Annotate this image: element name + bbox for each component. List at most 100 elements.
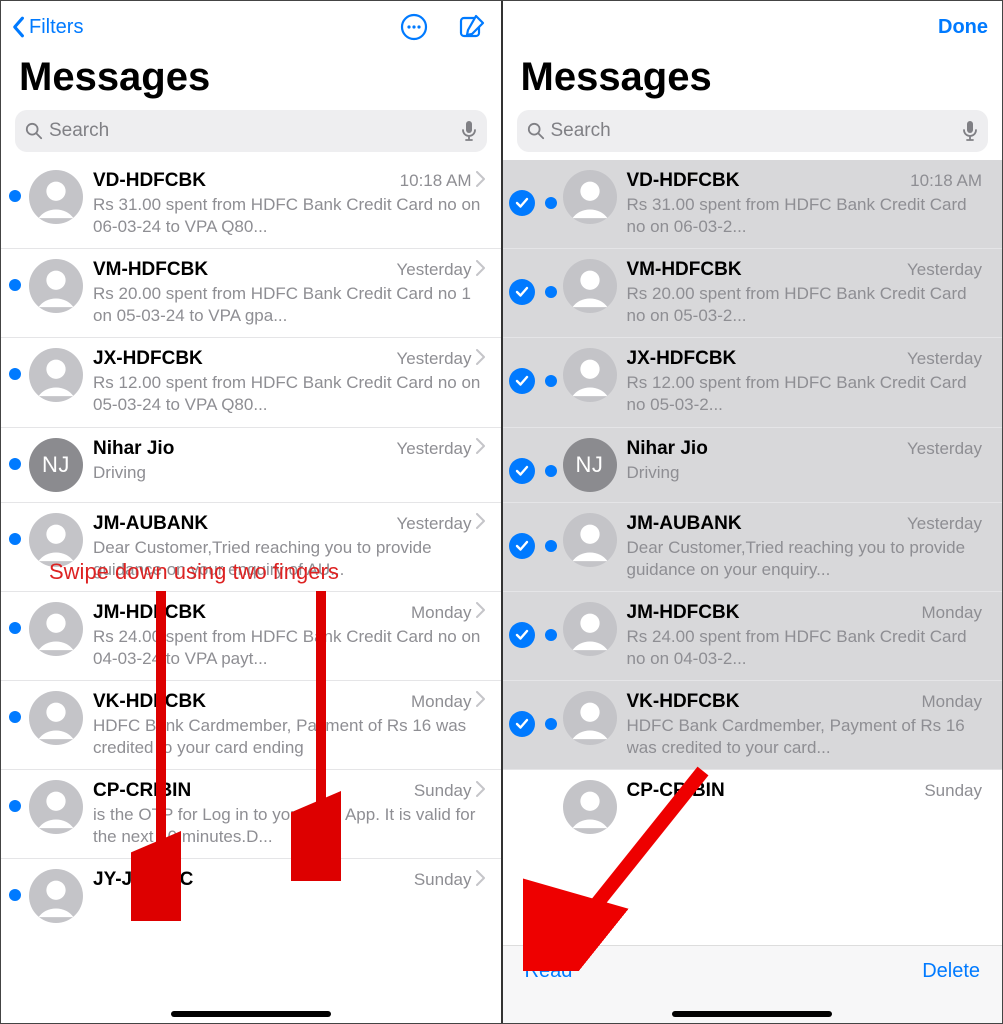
ellipsis-circle-icon [399,12,429,42]
time-label: Monday [411,692,471,712]
sender-name: Nihar Jio [627,438,708,460]
avatar [29,602,83,656]
filters-button[interactable]: Filters [11,16,83,39]
avatar [29,691,83,745]
messages-screen-edit: Done Messages VD-HDFCBK10:18 AMRs 31.00 … [503,1,1003,1023]
unread-dot [9,368,21,380]
unread-dot [9,800,21,812]
selection-checkmark[interactable] [509,533,535,559]
navbar: Filters [1,1,501,53]
filters-label: Filters [29,16,83,39]
selection-checkmark[interactable] [509,458,535,484]
search-field[interactable] [517,110,989,152]
avatar [563,170,617,224]
time-label: Yesterday [397,514,472,534]
search-input[interactable] [49,120,461,142]
unread-dot [545,286,557,298]
chevron-left-icon [11,16,25,38]
unread-dot [545,465,557,477]
annotation-text: Swipe down using two fingers [49,559,339,585]
conversation-row[interactable]: CP-CRIBINSunday is the OTP for Log in to… [1,770,501,859]
message-preview: Rs 20.00 spent from HDFC Bank Credit Car… [93,283,485,327]
annotation-arrow-read [523,761,723,971]
sender-name: VD-HDFCBK [93,170,206,192]
sender-name: Nihar Jio [93,438,174,460]
unread-dot [9,279,21,291]
avatar [29,348,83,402]
unread-dot [545,197,557,209]
time-label: Monday [922,692,982,712]
selection-checkmark[interactable] [509,279,535,305]
mic-icon[interactable] [962,120,978,142]
selection-checkmark[interactable] [509,368,535,394]
conversation-row[interactable]: JM-AUBANKYesterdayDear Customer,Tried re… [503,503,1003,592]
avatar [563,691,617,745]
compose-icon [458,13,486,41]
avatar: NJ [563,438,617,492]
chevron-right-icon [476,602,485,623]
time-label: Sunday [414,781,472,801]
time-label: Yesterday [907,349,982,369]
home-indicator[interactable] [672,1011,832,1017]
conversation-row[interactable]: JX-HDFCBKYesterdayRs 12.00 spent from HD… [503,338,1003,427]
done-button[interactable]: Done [938,16,988,39]
time-label: Yesterday [397,260,472,280]
time-label: 10:18 AM [400,171,472,191]
selection-checkmark[interactable] [509,711,535,737]
unread-dot [9,458,21,470]
page-title: Messages [503,53,1003,110]
conversation-row[interactable]: JY-JIOVOCSunday [1,859,501,933]
unread-dot [545,540,557,552]
chevron-right-icon [476,260,485,281]
unread-dot [9,533,21,545]
avatar [563,513,617,567]
chevron-right-icon [476,870,485,891]
message-preview: HDFC Bank Cardmember, Payment of Rs 16 w… [627,715,983,759]
conversation-row[interactable]: NJNihar JioYesterdayDriving [1,428,501,503]
message-preview: Driving [93,462,485,484]
time-label: Yesterday [907,260,982,280]
conversation-row[interactable]: VK-HDFCBKMondayHDFC Bank Cardmember, Pay… [503,681,1003,770]
conversation-row[interactable]: JX-HDFCBKYesterdayRs 12.00 spent from HD… [1,338,501,427]
messages-screen-normal: Filters Messages VD-HDFCBK10:18 AMRs 31.… [1,1,503,1023]
conversation-row[interactable]: JM-HDFCBKMondayRs 24.00 spent from HDFC … [503,592,1003,681]
sender-name: VM-HDFCBK [93,259,208,281]
home-indicator[interactable] [171,1011,331,1017]
sender-name: JM-AUBANK [93,513,208,535]
avatar [29,869,83,923]
annotation-arrow-right [291,591,351,881]
unread-dot [545,718,557,730]
message-preview: Dear Customer,Tried reaching you to prov… [627,537,983,581]
delete-button[interactable]: Delete [922,960,980,983]
conversation-row[interactable]: VK-HDFCBKMondayHDFC Bank Cardmember, Pay… [1,681,501,770]
navbar: Done [503,1,1003,53]
conversation-list[interactable]: VD-HDFCBK 10:18 AM Rs 31.00 spent from HDF… [1,160,501,1023]
time-label: Yesterday [397,439,472,459]
avatar [29,780,83,834]
conversation-row[interactable]: VM-HDFCBK Yesterday Rs 20.00 spent from HD… [1,249,501,338]
selection-checkmark[interactable] [509,622,535,648]
search-input[interactable] [551,120,963,142]
message-preview: Rs 12.00 spent from HDFC Bank Credit Car… [93,372,485,416]
conversation-row[interactable]: VD-HDFCBK 10:18 AM Rs 31.00 spent from HDF… [1,160,501,249]
compose-button[interactable] [457,12,487,42]
avatar [29,170,83,224]
unread-dot [9,711,21,723]
message-preview: Driving [627,462,983,484]
conversation-row[interactable]: VM-HDFCBKYesterdayRs 20.00 spent from HD… [503,249,1003,338]
message-preview: Rs 31.00 spent from HDFC Bank Credit Car… [93,194,485,238]
mic-icon[interactable] [461,120,477,142]
message-preview: Rs 12.00 spent from HDFC Bank Credit Car… [627,372,983,416]
conversation-row[interactable]: NJNihar JioYesterdayDriving [503,428,1003,503]
selection-checkmark[interactable] [509,190,535,216]
conversation-row[interactable]: JM-HDFCBKMondayRs 24.00 spent from HDFC … [1,592,501,681]
conversation-row[interactable]: VD-HDFCBK10:18 AMRs 31.00 spent from HDF… [503,160,1003,249]
avatar [563,602,617,656]
avatar [563,348,617,402]
time-label: Monday [411,603,471,623]
search-field[interactable] [15,110,487,152]
chevron-right-icon [476,438,485,459]
message-preview: Rs 20.00 spent from HDFC Bank Credit Car… [627,283,983,327]
sender-name: JM-HDFCBK [627,602,740,624]
more-button[interactable] [399,12,429,42]
